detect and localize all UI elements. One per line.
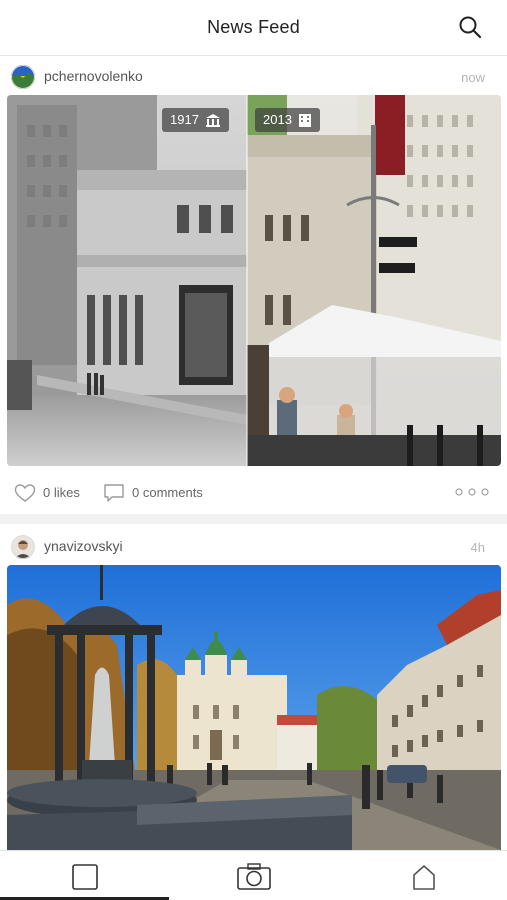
- bottom-tab-bar: [0, 850, 507, 900]
- likes-count[interactable]: 0 likes: [43, 485, 80, 500]
- post-username[interactable]: pchernovolenko: [44, 68, 143, 84]
- comparison-photo: [7, 95, 501, 466]
- page-title: News Feed: [207, 17, 300, 37]
- street-photo: [7, 565, 501, 850]
- post-username[interactable]: ynavizovskyi: [44, 538, 123, 554]
- building-icon: [298, 114, 311, 127]
- year-now-label: 2013: [263, 112, 292, 127]
- year-badge-then: 1917: [162, 108, 229, 132]
- comment-icon[interactable]: [103, 483, 125, 503]
- avatar[interactable]: [11, 65, 35, 89]
- heart-icon[interactable]: [14, 483, 36, 503]
- year-badge-now: 2013: [255, 108, 320, 132]
- post-timestamp: now: [461, 70, 485, 85]
- post-header: pchernovolenko now: [0, 57, 507, 95]
- post-header: ynavizovskyi 4h: [0, 527, 507, 565]
- building-icon: [205, 114, 220, 127]
- avatar[interactable]: [11, 535, 35, 559]
- feed-post: pchernovolenko now 1917 2013 0 likes 0 c…: [0, 57, 507, 517]
- feed-post: ynavizovskyi 4h: [0, 527, 507, 850]
- home-icon[interactable]: [410, 863, 438, 891]
- post-separator: [0, 514, 507, 524]
- search-icon[interactable]: [457, 14, 483, 40]
- year-then-label: 1917: [170, 112, 199, 127]
- camera-icon[interactable]: [236, 863, 272, 891]
- more-options-icon[interactable]: [455, 487, 489, 497]
- app-header: News Feed: [0, 0, 507, 56]
- post-actions: 0 likes 0 comments: [0, 475, 507, 511]
- feed-square-icon[interactable]: [71, 863, 99, 891]
- post-timestamp: 4h: [470, 540, 485, 555]
- comments-count[interactable]: 0 comments: [132, 485, 203, 500]
- post-photo[interactable]: [7, 565, 501, 850]
- post-photo[interactable]: 1917 2013: [7, 95, 501, 466]
